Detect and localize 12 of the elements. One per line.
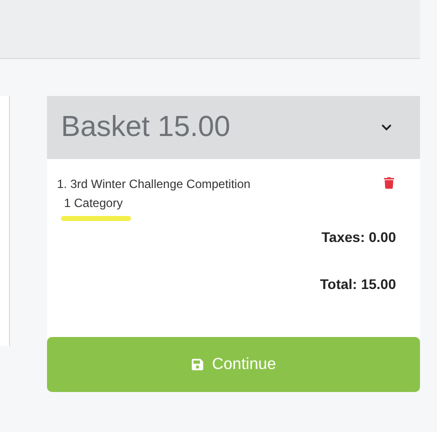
item-detail: 1 Category — [63, 195, 123, 212]
delete-button[interactable] — [384, 177, 394, 189]
continue-button[interactable]: Continue — [47, 337, 420, 392]
save-icon — [190, 358, 204, 371]
total-text: Total: 15.00 — [320, 275, 396, 294]
basket-title: Basket 15.00 — [61, 110, 230, 145]
highlighter-stroke — [61, 216, 131, 221]
taxes-text: Taxes: 0.00 — [322, 228, 396, 247]
item-name: 1. 3rd Winter Challenge Competition — [57, 176, 250, 193]
collapse-toggle[interactable] — [381, 122, 392, 133]
chevron-icon — [381, 122, 392, 133]
trash-icon — [384, 177, 394, 189]
